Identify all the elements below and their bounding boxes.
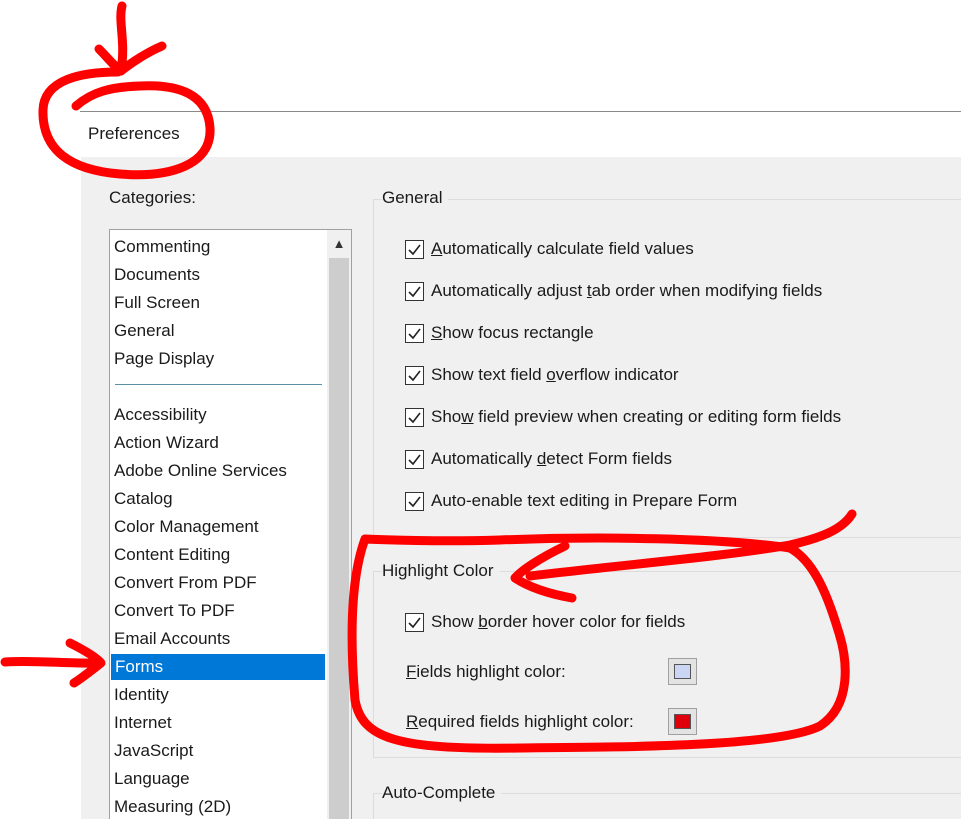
category-item[interactable]: Documents [114,262,200,288]
title-divider [80,111,961,112]
general-option-label: Automatically calculate field values [431,239,694,258]
category-item-selected[interactable]: Forms [111,654,325,680]
checkbox-checked-icon[interactable] [405,491,424,511]
checkbox-checked-icon[interactable] [405,407,424,427]
general-group-border [373,199,374,537]
general-option-label: Automatically adjust tab order when modi… [431,281,823,300]
general-group-title: General [382,188,449,208]
scroll-thumb[interactable] [329,258,349,819]
checkbox-checked-icon[interactable] [405,449,424,469]
category-item[interactable]: Catalog [114,486,173,512]
general-option-label: Show field preview when creating or edit… [431,407,842,426]
general-option-checkbox[interactable]: Show text field overflow indicator [405,363,679,387]
checkbox-checked-icon[interactable] [405,281,424,301]
general-option-label: Automatically detect Form fields [431,449,672,468]
list-separator [115,384,322,385]
autocomplete-group-title: Auto-Complete [382,783,502,803]
category-item[interactable]: Color Management [114,514,259,540]
category-item[interactable]: Commenting [114,234,210,260]
scroll-up-icon[interactable]: ▲ [327,232,351,256]
general-option-checkbox[interactable]: Automatically adjust tab order when modi… [405,279,822,303]
general-group-line [373,199,961,200]
show-border-hover-label: Show border hover color for fields [431,612,686,631]
category-item[interactable]: Action Wizard [114,430,219,456]
category-item[interactable]: General [114,318,174,344]
highlight-group-bottom [373,757,961,758]
category-item[interactable]: Identity [114,682,169,708]
checkbox-checked-icon[interactable] [405,323,424,343]
general-option-checkbox[interactable]: Automatically detect Form fields [405,447,672,471]
category-item[interactable]: Convert From PDF [114,570,257,596]
category-item[interactable]: JavaScript [114,738,193,764]
category-item[interactable]: Accessibility [114,402,207,428]
category-item[interactable]: Convert To PDF [114,598,235,624]
autocomplete-group-border [373,793,374,819]
category-item[interactable]: Content Editing [114,542,230,568]
fields-highlight-color-label: Fields highlight color: [406,662,566,681]
list-scrollbar[interactable]: ▲ [327,230,351,819]
top-arrow-icon [94,1,167,76]
category-item[interactable]: Adobe Online Services [114,458,287,484]
category-item[interactable]: Email Accounts [114,626,230,652]
highlight-group-title: Highlight Color [382,561,500,581]
checkbox-checked-icon[interactable] [405,365,424,385]
required-fields-highlight-color-label: Required fields highlight color: [406,712,634,731]
checkbox-checked-icon[interactable] [405,612,424,632]
general-option-checkbox[interactable]: Automatically calculate field values [405,237,694,261]
required-color-swatch [674,714,691,729]
fields-highlight-color-button[interactable] [668,658,697,685]
categories-label: Categories: [109,188,196,207]
required-fields-highlight-color-button[interactable] [668,708,697,735]
highlight-group-border [373,571,374,757]
category-item[interactable]: Full Screen [114,290,200,316]
category-item[interactable]: Language [114,766,190,792]
categories-list[interactable]: Commenting Documents Full Screen General Pag… [109,229,352,819]
general-group-bottom [373,537,961,538]
show-border-hover-checkbox[interactable]: Show border hover color for fields [405,610,685,634]
window-title: Preferences [88,124,180,143]
general-option-label: Show text field overflow indicator [431,365,679,384]
general-option-label: Auto-enable text editing in Prepare Form [431,491,738,510]
general-option-checkbox[interactable]: Show field preview when creating or edit… [405,405,841,429]
general-option-checkbox[interactable]: Auto-enable text editing in Prepare Form [405,489,737,513]
general-option-label: Show focus rectangle [431,323,594,342]
category-item[interactable]: Measuring (2D) [114,794,231,819]
fields-color-swatch [674,664,691,679]
general-option-checkbox[interactable]: Show focus rectangle [405,321,594,345]
category-item[interactable]: Page Display [114,346,214,372]
category-item[interactable]: Internet [114,710,172,736]
checkbox-checked-icon[interactable] [405,239,424,259]
